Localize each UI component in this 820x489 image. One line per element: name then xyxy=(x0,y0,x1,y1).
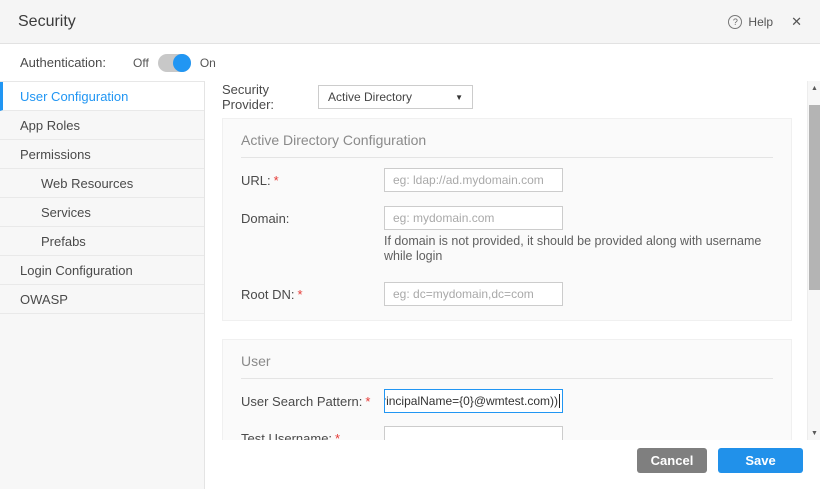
toggle-knob xyxy=(173,54,191,72)
test-username-field-row: Test Username:* xyxy=(241,426,773,440)
scroll-region: Security Provider: Active Directory ▼ Ac… xyxy=(205,81,804,440)
user-search-pattern-field-row: User Search Pattern:* (userPrincipalName… xyxy=(241,389,773,413)
scroll-up-icon[interactable]: ▲ xyxy=(808,81,820,95)
sidebar-item-label: Web Resources xyxy=(41,176,133,191)
panel-title: Active Directory Configuration xyxy=(241,119,773,150)
sidebar-item-prefabs[interactable]: Prefabs xyxy=(0,227,204,256)
sidebar: User Configuration App Roles Permissions… xyxy=(0,81,205,489)
root-dn-input[interactable] xyxy=(384,282,563,306)
sidebar-item-label: User Configuration xyxy=(20,89,128,104)
sidebar-item-permissions[interactable]: Permissions xyxy=(0,140,204,169)
sidebar-item-owasp[interactable]: OWASP xyxy=(0,285,204,314)
divider xyxy=(241,157,773,158)
divider xyxy=(241,378,773,379)
main-content: Security Provider: Active Directory ▼ Ac… xyxy=(205,81,820,489)
url-label: URL:* xyxy=(241,173,384,188)
sidebar-item-label: Permissions xyxy=(20,147,91,162)
security-provider-value: Active Directory xyxy=(328,90,412,104)
sidebar-item-login-configuration[interactable]: Login Configuration xyxy=(0,256,204,285)
sidebar-item-label: Prefabs xyxy=(41,234,86,249)
domain-field-row: Domain: xyxy=(241,206,773,230)
page-title: Security xyxy=(18,13,76,31)
vertical-scrollbar[interactable]: ▲ ▼ xyxy=(807,81,820,440)
text-cursor xyxy=(559,394,560,408)
domain-label: Domain: xyxy=(241,211,384,226)
security-provider-select[interactable]: Active Directory ▼ xyxy=(318,85,473,109)
scroll-down-icon[interactable]: ▼ xyxy=(808,426,820,440)
close-icon[interactable]: ✕ xyxy=(791,14,802,30)
dialog-body: User Configuration App Roles Permissions… xyxy=(0,81,820,489)
sidebar-item-label: App Roles xyxy=(20,118,80,133)
scrollbar-thumb[interactable] xyxy=(809,105,820,290)
save-button[interactable]: Save xyxy=(718,448,803,473)
security-provider-row: Security Provider: Active Directory ▼ xyxy=(222,85,804,109)
domain-help-text: If domain is not provided, it should be … xyxy=(384,234,773,264)
toggle-on-label: On xyxy=(200,56,216,70)
panel-title: User xyxy=(241,340,773,371)
test-username-input[interactable] xyxy=(384,426,563,440)
security-provider-label: Security Provider: xyxy=(222,82,318,112)
sidebar-item-label: Login Configuration xyxy=(20,263,133,278)
chevron-down-icon: ▼ xyxy=(455,93,463,102)
sidebar-item-app-roles[interactable]: App Roles xyxy=(0,111,204,140)
sidebar-item-web-resources[interactable]: Web Resources xyxy=(0,169,204,198)
toggle-off-label: Off xyxy=(133,56,149,70)
user-search-pattern-label: User Search Pattern:* xyxy=(241,394,384,409)
user-panel: User User Search Pattern:* (userPrincipa… xyxy=(222,339,792,440)
header-actions: ? Help ✕ xyxy=(728,14,802,30)
help-icon: ? xyxy=(728,15,742,29)
help-button[interactable]: ? Help xyxy=(728,15,773,29)
footer-actions: Cancel Save xyxy=(205,440,820,489)
cancel-button[interactable]: Cancel xyxy=(637,448,707,473)
authentication-label: Authentication: xyxy=(20,55,106,70)
sidebar-item-label: OWASP xyxy=(20,292,68,307)
required-asterisk: * xyxy=(297,287,302,302)
user-search-pattern-value: (userPrincipalName={0}@wmtest.com)) xyxy=(384,394,558,408)
dialog-header: Security ? Help ✕ xyxy=(0,0,820,44)
required-asterisk: * xyxy=(365,394,370,409)
authentication-toggle[interactable] xyxy=(158,54,191,72)
required-asterisk: * xyxy=(274,173,279,188)
domain-input[interactable] xyxy=(384,206,563,230)
url-input[interactable] xyxy=(384,168,563,192)
active-directory-configuration-panel: Active Directory Configuration URL:* Dom… xyxy=(222,118,792,321)
root-dn-field-row: Root DN:* xyxy=(241,282,773,306)
url-field-row: URL:* xyxy=(241,168,773,192)
user-search-pattern-input[interactable]: (userPrincipalName={0}@wmtest.com)) xyxy=(384,389,563,413)
sidebar-item-services[interactable]: Services xyxy=(0,198,204,227)
sidebar-item-user-configuration[interactable]: User Configuration xyxy=(0,82,204,111)
test-username-label: Test Username:* xyxy=(241,431,384,441)
root-dn-label: Root DN:* xyxy=(241,287,384,302)
authentication-row: Authentication: Off On xyxy=(0,44,820,81)
security-dialog: Security ? Help ✕ Authentication: Off On… xyxy=(0,0,820,489)
sidebar-item-label: Services xyxy=(41,205,91,220)
help-label: Help xyxy=(748,15,773,29)
required-asterisk: * xyxy=(335,431,340,441)
